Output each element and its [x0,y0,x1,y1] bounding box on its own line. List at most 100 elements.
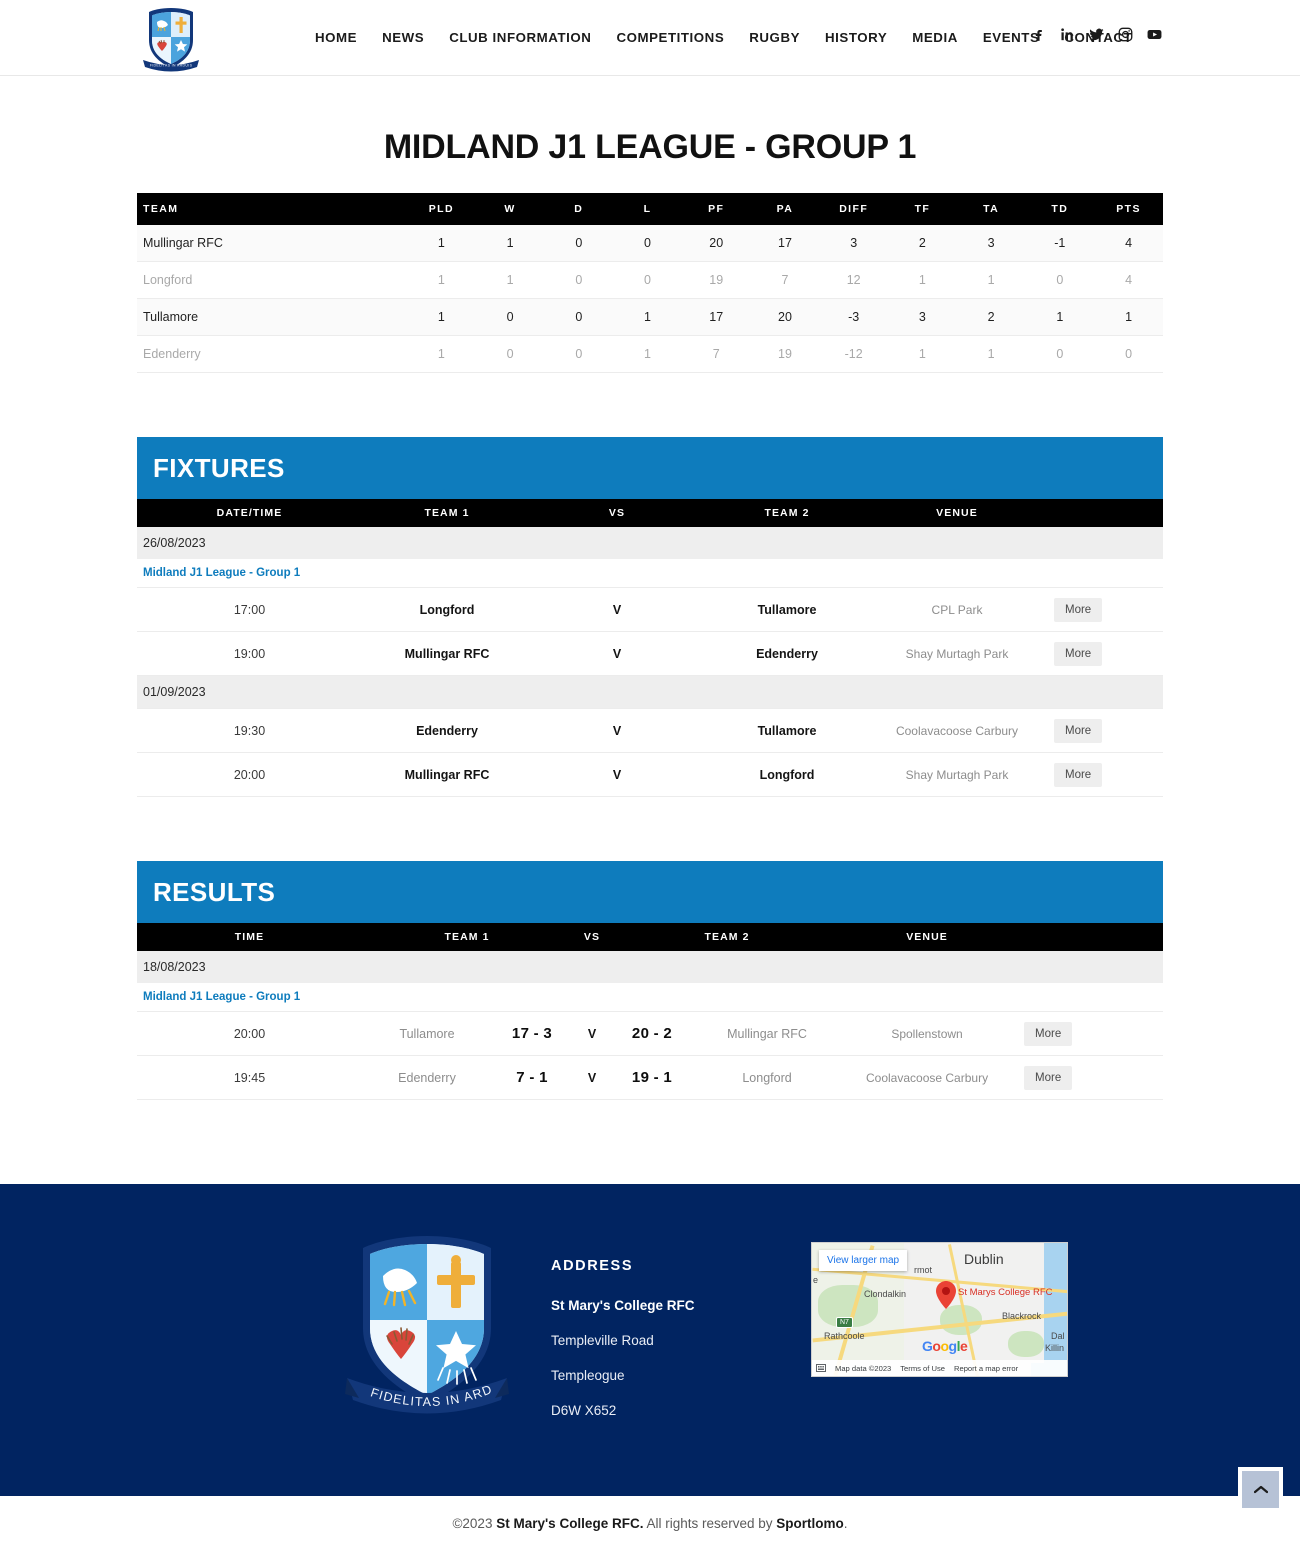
col-vs: VS [532,499,702,527]
cell-team: Mullingar RFC [137,225,407,262]
twitter-icon[interactable] [1088,26,1105,43]
keyboard-icon [816,1364,826,1372]
cell-team1: Tullamore [362,1011,492,1056]
page-title: MIDLAND J1 LEAGUE - GROUP 1 [383,128,917,166]
more-button[interactable]: More [1054,718,1103,743]
social-links [1030,26,1163,43]
address-line-area: Templeogue [551,1368,625,1383]
cell-diff: 3 [819,225,889,262]
crest-icon-large: FIDELITAS IN ARDUIS [337,1228,509,1414]
cell-tf: 3 [888,298,957,336]
cell-d: 0 [544,225,614,262]
map-terms-link[interactable]: Terms of Use [900,1364,945,1373]
col-team1: TEAM 1 [362,923,573,951]
table-row: 19:00 Mullingar RFC V Edenderry Shay Mur… [137,631,1163,676]
cell-team: Edenderry [137,335,407,373]
col-pf: PF [681,193,751,225]
club-crest-logo[interactable]: FIDELITAS IN ARDUIS [137,4,205,72]
map-report-error-link[interactable]: Report a map error [954,1364,1018,1373]
more-button[interactable]: More [1054,641,1103,666]
map-place-label: Clondalkin [864,1289,907,1299]
fixtures-header-row: DATE/TIME TEAM 1 VS TEAM 2 VENUE [137,499,1163,527]
fixture-date-26-08-2023: 26/08/2023 [137,527,1163,559]
col-pts: PTS [1094,193,1163,225]
table-row: Tullamore 1 0 0 1 17 20 -3 3 2 1 1 [137,298,1163,336]
copyright-suffix: . [843,1515,848,1531]
cell-pts: 1 [1094,298,1163,336]
cell-time: 19:30 [137,708,362,753]
nav-item-news[interactable]: NEWS [382,30,424,45]
cell-pf: 19 [681,261,751,299]
address-title: ADDRESS [551,1258,634,1274]
youtube-icon[interactable] [1146,26,1163,43]
back-to-top-button[interactable] [1238,1467,1283,1512]
cell-venue: Coolavacoose Carbury [872,708,1042,753]
cell-actions: More [1042,752,1163,797]
instagram-icon[interactable] [1117,26,1134,43]
location-map[interactable]: e Lucan Dublin rmot Clondalkin Blackrock… [811,1242,1068,1377]
nav-item-rugby[interactable]: RUGBY [749,30,800,45]
cell-team2: Tullamore [702,708,872,753]
map-data-attribution: Map data ©2023 [835,1363,892,1373]
footer-content: FIDELITAS IN ARDUIS ADDRESS St Mary's Co… [137,1228,1163,1438]
fixtures-table: DATE/TIME TEAM 1 VS TEAM 2 VENUE 26/08/2… [137,499,1163,797]
col-diff: DIFF [819,193,889,225]
more-button[interactable]: More [1054,762,1103,787]
cell-td: -1 [1025,225,1095,262]
cell-pa: 19 [750,335,820,373]
cell-venue: Spollenstown [842,1011,1013,1056]
results-body: 18/08/2023 Midland J1 League - Group 1 2… [137,951,1164,1100]
table-row: 20:00 Tullamore 17 - 3 V 20 - 2 Mullinga… [137,1011,1164,1056]
cell-ta: 1 [956,335,1026,373]
cell-pa: 17 [750,225,820,262]
nav-item-history[interactable]: HISTORY [825,30,887,45]
more-button[interactable]: More [1024,1021,1073,1046]
cell-team1: Edenderry [362,708,532,753]
more-button[interactable]: More [1054,597,1103,622]
facebook-icon[interactable] [1030,26,1047,43]
cell-d: 0 [544,298,614,336]
bottom-spacer [137,1100,1163,1160]
fixtures-body: 26/08/2023 Midland J1 League - Group 1 1… [137,527,1163,797]
fixture-competition-link[interactable]: Midland J1 League - Group 1 [137,559,1163,588]
cell-vs: V [572,1055,613,1100]
cell-pld: 1 [407,261,476,299]
cell-time: 20:00 [137,752,362,797]
cell-time: 19:00 [137,631,362,676]
view-larger-map-button[interactable]: View larger map [819,1250,908,1271]
col-venue: VENUE [842,923,1013,951]
cell-l: 1 [613,298,682,336]
address-line-street: Templeville Road [551,1333,654,1348]
result-competition-link[interactable]: Midland J1 League - Group 1 [137,983,1164,1012]
cell-diff: -3 [819,298,889,336]
address-line-postcode: D6W X652 [551,1403,617,1418]
table-row: Longford 1 1 0 0 19 7 12 1 1 0 4 [137,261,1163,299]
cell-actions: More [1012,1055,1164,1100]
nav-item-media[interactable]: MEDIA [912,30,958,45]
table-row: 19:45 Edenderry 7 - 1 V 19 - 1 Longford … [137,1055,1164,1100]
nav-item-competitions[interactable]: COMPETITIONS [616,30,724,45]
nav-item-club-information[interactable]: CLUB INFORMATION [449,30,591,45]
map-place-label: e [813,1275,819,1285]
cell-pf: 7 [681,335,751,373]
cell-tf: 1 [888,261,957,299]
cell-team1: Mullingar RFC [362,631,532,676]
linkedin-icon[interactable] [1059,26,1076,43]
cell-pts: 4 [1094,261,1163,299]
cell-team: Longford [137,261,407,299]
cell-diff: 12 [819,261,889,299]
cell-td: 0 [1025,335,1095,373]
nav-item-home[interactable]: HOME [315,30,357,45]
cell-tf: 1 [888,335,957,373]
fixtures-heading: FIXTURES [153,452,285,483]
more-button[interactable]: More [1024,1065,1073,1090]
col-vs: VS [572,923,613,951]
fixtures-table-header: DATE/TIME TEAM 1 VS TEAM 2 VENUE [137,499,1163,527]
cell-td: 0 [1025,261,1095,299]
col-l: L [613,193,682,225]
date-group-row: 01/09/2023 [137,675,1163,709]
map-place-label: Blackrock [1002,1311,1042,1321]
col-datetime: DATE/TIME [137,499,362,527]
results-heading: RESULTS [153,876,276,907]
copyright-provider[interactable]: Sportlomo [776,1516,844,1531]
